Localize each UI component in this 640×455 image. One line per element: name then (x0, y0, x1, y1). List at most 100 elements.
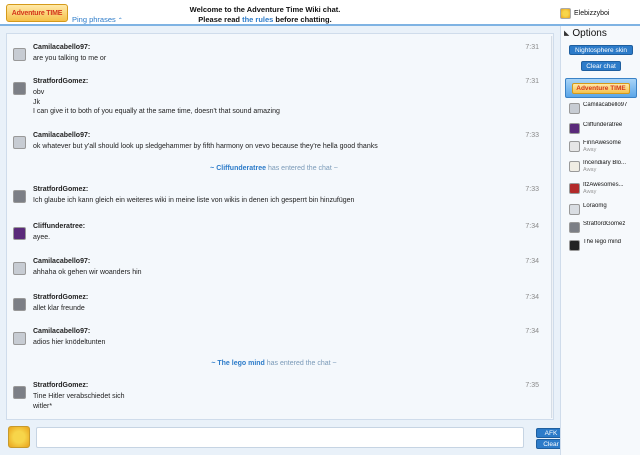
message-composer: AFK Clear (6, 424, 566, 451)
message-input[interactable] (36, 427, 524, 448)
message-username[interactable]: Camilacabello97: (33, 258, 90, 265)
message-time: 7:34 (525, 258, 539, 265)
user-status: Away (583, 167, 597, 173)
message-username[interactable]: StratfordGomez: (33, 294, 88, 301)
scroll-down-icon[interactable]: ▼ (552, 412, 553, 418)
message-username[interactable]: StratfordGomez: (33, 186, 88, 193)
message-username[interactable]: StratfordGomez: (33, 382, 88, 389)
welcome-pre: Please read (198, 15, 243, 24)
list-item: Cliffunderatree: 7:34 ayee. (13, 223, 547, 251)
avatar (569, 123, 580, 134)
ping-phrases-label: Ping phrases (72, 15, 116, 24)
message-text: allet klar freunde (33, 305, 85, 312)
avatar (569, 240, 580, 251)
rules-link[interactable]: the rules (242, 15, 273, 24)
user-list-item[interactable]: ItzAwesomes... Away (569, 182, 639, 198)
message-text: adios hier knödeltunten (33, 339, 106, 346)
avatar (569, 183, 580, 194)
list-item: Camilacabello97: 7:31 are you talking to… (13, 44, 547, 74)
chat-header: Adventure TIME Ping phrases ⌃ Welcome to … (0, 0, 640, 26)
user-list-item[interactable]: Loraomg (569, 203, 639, 219)
message-text: Ich glaube ich kann gleich ein weiteres … (33, 197, 355, 204)
avatar (8, 426, 30, 448)
message-time: 7:33 (525, 132, 539, 139)
avatar (13, 82, 26, 95)
options-title: Options (572, 27, 607, 39)
list-item: Camilacabello97: 7:33 ok whatever but y'… (13, 132, 547, 160)
message-username[interactable]: Camilacabello97: (33, 132, 90, 139)
current-user-name: Elebizzyboi (574, 9, 610, 17)
message-time: 7:31 (525, 44, 539, 51)
welcome-post: before chatting. (273, 15, 332, 24)
avatar (13, 298, 26, 311)
wiki-banner[interactable]: Adventure TIME (565, 78, 637, 98)
welcome-line-1: Welcome to the Adventure Time Wiki chat. (189, 5, 341, 14)
message-username[interactable]: Cliffunderatree: (33, 223, 85, 230)
avatar (13, 332, 26, 345)
chevron-up-icon: ⌃ (117, 18, 123, 24)
message-username[interactable]: StratfordGomez: (33, 78, 88, 85)
welcome-message: Welcome to the Adventure Time Wiki chat.… (150, 5, 380, 25)
avatar (560, 7, 571, 19)
user-list-item[interactable]: Camilacabello97 (569, 102, 639, 118)
join-text: has entered the chat ~ (266, 165, 338, 172)
join-notice: ~ The lego mind has entered the chat ~ (7, 360, 541, 367)
user-name: Camilacabello97 (583, 102, 628, 108)
list-item: StratfordGomez: 7:33 Ich glaube ich kann… (13, 186, 547, 214)
avatar (13, 136, 26, 149)
avatar (569, 222, 580, 233)
avatar (569, 161, 580, 172)
list-item: StratfordGomez: 7:34 allet klar freunde (13, 294, 547, 322)
chat-log[interactable]: Camilacabello97: 7:31 are you talking to… (6, 33, 554, 420)
message-time: 7:33 (525, 186, 539, 193)
scroll-up-icon[interactable]: ▲ (552, 36, 553, 42)
user-list-item[interactable]: Incendiary Blo... Away (569, 160, 639, 176)
user-name: Cliffunderatree (583, 122, 623, 128)
message-username[interactable]: Camilacabello97: (33, 44, 90, 51)
current-user[interactable]: Elebizzyboi (560, 6, 636, 20)
collapse-arrow-icon: ◣ (564, 30, 570, 37)
options-toggle[interactable]: ◣ Options (561, 26, 640, 40)
user-sidebar: ◣ Options Nightosphere skin Clear chat A… (560, 26, 640, 455)
wiki-logo[interactable]: Adventure TIME (6, 4, 68, 22)
banner-logo: Adventure TIME (572, 82, 630, 94)
message-time: 7:34 (525, 223, 539, 230)
nightosphere-skin-button[interactable]: Nightosphere skin (569, 45, 633, 55)
message-time: 7:35 (525, 382, 539, 389)
user-name: ItzAwesomes... (583, 182, 624, 188)
list-item: Camilacabello97: 7:34 ahhaha ok gehen wi… (13, 258, 547, 286)
join-notice: ~ Cliffunderatree has entered the chat ~ (7, 165, 541, 172)
list-item: StratfordGomez: 7:31 obv Jk I can give i… (13, 78, 547, 126)
user-name: StratfordGomez (583, 221, 626, 227)
avatar (569, 103, 580, 114)
message-text: ahhaha ok gehen wir woanders hin (33, 269, 142, 276)
chat-scrollbar[interactable]: ▲ ▼ (551, 36, 554, 418)
message-time: 7:34 (525, 294, 539, 301)
ping-phrases-link[interactable]: Ping phrases ⌃ (72, 15, 123, 24)
message-text: Tine Hitler verabschiedet sich witler* (33, 393, 125, 410)
message-text: ayee. (33, 234, 51, 241)
user-name: Incendiary Blo... (583, 160, 627, 166)
user-name: The lego mind (583, 239, 622, 245)
message-time: 7:34 (525, 328, 539, 335)
message-username[interactable]: Camilacabello97: (33, 328, 90, 335)
user-list-item[interactable]: Cliffunderatree (569, 122, 639, 138)
avatar (13, 386, 26, 399)
user-list-item[interactable]: StratfordGomez (569, 221, 639, 237)
user-list-item[interactable]: FinnAwesome Away (569, 140, 639, 156)
user-list-item[interactable]: The lego mind (569, 239, 639, 255)
clear-chat-button[interactable]: Clear chat (581, 61, 621, 71)
join-username[interactable]: ~ The lego mind (211, 360, 264, 367)
user-name: Loraomg (583, 203, 607, 209)
avatar (569, 204, 580, 215)
avatar (13, 262, 26, 275)
list-item: Camilacabello97: 7:34 adios hier knödelt… (13, 328, 547, 356)
message-text: ok whatever but y'all should look up sle… (33, 143, 378, 150)
message-time: 7:31 (525, 78, 539, 85)
scrollbar-thumb[interactable] (553, 390, 554, 412)
join-username[interactable]: ~ Cliffunderatree (210, 165, 266, 172)
user-status: Away (583, 189, 597, 195)
message-text: obv Jk I can give it to both of you equa… (33, 89, 280, 115)
message-text: are you talking to me or (33, 55, 107, 62)
list-item: StratfordGomez: 7:35 Tine Hitler verabsc… (13, 382, 547, 416)
